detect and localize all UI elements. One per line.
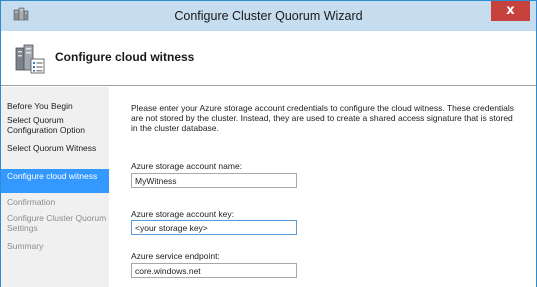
nav-step-select-quorum-witness[interactable]: Select Quorum Witness xyxy=(1,143,109,153)
account-key-field[interactable] xyxy=(131,220,297,235)
account-name-field[interactable] xyxy=(131,173,297,188)
nav-step-configure-cluster-quorum-settings: Configure Cluster Quorum Settings xyxy=(7,213,107,233)
page-header: Configure cloud witness xyxy=(1,31,536,86)
instructions-text: Please enter your Azure storage account … xyxy=(131,103,515,133)
nav-step-confirmation: Confirmation xyxy=(7,197,56,207)
close-button[interactable]: x xyxy=(491,1,530,21)
nav-step-select-quorum-configuration[interactable]: Select Quorum Configuration Option xyxy=(1,115,109,135)
window-title: Configure Cluster Quorum Wizard xyxy=(174,9,363,23)
nav-step-before-you-begin[interactable]: Before You Begin xyxy=(1,101,109,111)
cluster-quorum-icon xyxy=(15,44,45,74)
service-endpoint-field[interactable] xyxy=(131,263,297,278)
nav-step-configure-cloud-witness[interactable]: Configure cloud witness xyxy=(1,169,109,193)
page-title: Configure cloud witness xyxy=(55,50,195,64)
account-name-label: Azure storage account name: xyxy=(131,161,243,171)
wizard-steps-nav: Before You Begin Select Quorum Configura… xyxy=(1,87,109,287)
wizard-window: Configure Cluster Quorum Wizard x Config… xyxy=(0,0,537,287)
title-bar[interactable]: Configure Cluster Quorum Wizard x xyxy=(1,1,536,31)
account-key-label: Azure storage account key: xyxy=(131,209,235,219)
main-content: Please enter your Azure storage account … xyxy=(109,87,536,287)
nav-step-summary: Summary xyxy=(7,241,44,251)
service-endpoint-label: Azure service endpoint: xyxy=(131,251,220,261)
